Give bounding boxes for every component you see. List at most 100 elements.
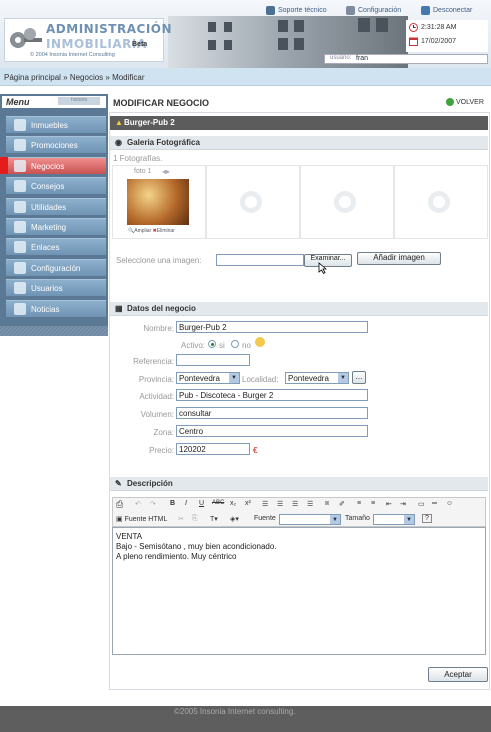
sidebar-item-promociones[interactable]: Promociones <box>6 136 106 153</box>
volumen-label: Volumen: <box>140 410 174 419</box>
link-icon[interactable]: ✐ <box>339 500 345 508</box>
bold-icon[interactable]: B <box>170 500 175 507</box>
strikethrough-icon[interactable]: ABC <box>212 500 224 506</box>
photo-1-label: foto 1 <box>134 168 152 175</box>
horizontal-rule-icon[interactable]: ═ <box>432 500 437 507</box>
marketing-icon <box>14 221 26 233</box>
browse-button[interactable]: Examinar... <box>304 254 352 267</box>
nombre-input[interactable]: Burger-Pub 2 <box>176 321 368 333</box>
provincia-select[interactable]: Pontevedra ▼ <box>176 372 240 384</box>
outdent-icon[interactable]: ⇤ <box>386 500 392 508</box>
volumen-input[interactable]: consultar <box>176 407 368 419</box>
zona-label: Zona: <box>153 428 174 437</box>
paste-icon[interactable]: ⎘ <box>192 515 198 523</box>
sidebar-history-tab[interactable]: historia <box>58 97 100 105</box>
sidebar-item-utilidades[interactable]: Utilidades <box>6 198 106 215</box>
localidad-select[interactable]: Pontevedra ▼ <box>285 372 349 384</box>
photo-count: 1 Fotografías. <box>113 154 163 163</box>
sidebar-item-usuarios[interactable]: Usuarios <box>6 279 106 296</box>
size-select[interactable]: ▼ <box>373 514 415 525</box>
image-file-input[interactable] <box>216 254 304 266</box>
undo-icon[interactable]: ↶ <box>135 500 141 508</box>
indent-icon[interactable]: ⇥ <box>400 500 406 508</box>
provincia-label: Provincia: <box>138 375 174 384</box>
print-icon[interactable]: ⎙ <box>116 499 123 510</box>
table-icon[interactable]: ▭ <box>418 500 425 508</box>
cut-icon[interactable]: ✂ <box>178 515 184 523</box>
sidebar-title: Menu <box>6 97 30 107</box>
text-color-icon[interactable]: T▾ <box>210 515 218 523</box>
support-icon <box>266 6 275 15</box>
gears-icon <box>14 262 26 274</box>
underline-icon[interactable]: U <box>199 500 204 507</box>
zona-input[interactable]: Centro <box>176 425 368 437</box>
align-center-icon[interactable]: ☰ <box>277 500 283 508</box>
move-arrows-icon[interactable]: ◂▸ <box>162 167 170 176</box>
sidebar-item-enlaces[interactable]: Enlaces <box>6 238 106 255</box>
ordered-list-icon[interactable]: ≡ <box>357 500 361 507</box>
actividad-input[interactable]: Pub - Discoteca - Burger 2 <box>176 389 368 401</box>
chevron-down-icon: ▼ <box>229 373 239 383</box>
precio-label: Precio: <box>149 446 174 455</box>
back-button[interactable]: VOLVER <box>446 98 484 106</box>
align-left-icon[interactable]: ☰ <box>262 500 268 508</box>
sidebar-item-inmuebles[interactable]: Inmuebles <box>6 116 106 133</box>
current-date: 17/02/2007 <box>421 38 457 45</box>
align-justify-icon[interactable]: ☰ <box>307 500 313 508</box>
sidebar-item-marketing[interactable]: Marketing <box>6 218 106 235</box>
user-name: fran <box>356 55 369 62</box>
size-label: Tamaño <box>345 515 370 522</box>
building-icon <box>14 119 26 131</box>
breadcrumb[interactable]: Página principal » Negocios » Modificar <box>4 73 145 82</box>
activo-no-radio[interactable] <box>231 340 239 348</box>
user-label: usuario: <box>330 55 352 61</box>
building-icon: ▦ <box>115 304 123 313</box>
gallery-title: Galeria Fotográfica <box>127 138 200 147</box>
nav-configuracion[interactable]: Configuración <box>346 6 401 15</box>
emoticon-icon[interactable]: ☺ <box>446 500 453 507</box>
sidebar-item-configuracion[interactable]: Configuración <box>6 259 106 276</box>
footer-copyright: ©2005 Insonia Internet consulting. <box>174 707 296 716</box>
referencia-input[interactable] <box>176 354 250 366</box>
nav-desconectar[interactable]: Desconectar <box>421 6 472 15</box>
activo-label: Activo: <box>180 341 205 350</box>
help-icon[interactable]: ? <box>422 514 432 523</box>
link-icon <box>14 241 26 253</box>
image-icon[interactable]: ◙ <box>325 500 329 507</box>
nav-soporte-tecnico[interactable]: Soporte técnico <box>266 6 327 15</box>
select-image-label: Seleccione una imagen: <box>116 256 202 265</box>
sidebar-item-consejos[interactable]: Consejos <box>6 177 106 194</box>
precio-input[interactable]: 120202 <box>176 443 250 455</box>
font-label: Fuente <box>254 515 276 522</box>
photo-1-thumbnail[interactable] <box>127 179 189 225</box>
clock-icon <box>409 23 418 32</box>
logo-beta-label: Beta <box>132 41 148 48</box>
sidebar-footer <box>0 326 108 336</box>
italic-icon[interactable]: I <box>185 500 187 507</box>
activo-si-label: si <box>219 341 225 350</box>
unordered-list-icon[interactable]: ≡ <box>371 500 375 507</box>
highlight-color-icon[interactable]: ◈▾ <box>230 515 239 523</box>
sidebar-item-noticias[interactable]: Noticias <box>6 300 106 317</box>
html-source-button[interactable]: ▣ Fuente HTML <box>116 515 167 523</box>
enlarge-link[interactable]: Ampliar <box>134 228 151 234</box>
superscript-icon[interactable]: x² <box>245 500 251 507</box>
gears-icon <box>14 201 26 213</box>
font-select[interactable]: ▼ <box>279 514 341 525</box>
delete-link[interactable]: Eliminar <box>157 228 175 234</box>
description-line: Bajo - Semisótano , muy bien acondiciona… <box>116 542 277 551</box>
info-icon <box>255 337 265 347</box>
logo-title-line1: ADMINISTRACIÓN <box>46 22 173 36</box>
redo-icon[interactable]: ↷ <box>150 500 156 508</box>
page-title: MODIFICAR NEGOCIO <box>113 98 209 108</box>
business-name: Burger-Pub 2 <box>124 118 175 127</box>
accept-button[interactable]: Aceptar <box>428 667 488 682</box>
localidad-more-button[interactable]: ... <box>352 371 366 384</box>
config-icon <box>346 6 355 15</box>
activo-si-radio[interactable] <box>208 340 216 348</box>
subscript-icon[interactable]: x₂ <box>230 500 236 507</box>
align-right-icon[interactable]: ☰ <box>292 500 298 508</box>
camera-icon: ◉ <box>115 138 122 147</box>
sidebar-item-negocios[interactable]: Negocios <box>6 157 106 174</box>
add-image-button[interactable]: Añadir imagen <box>357 252 441 265</box>
